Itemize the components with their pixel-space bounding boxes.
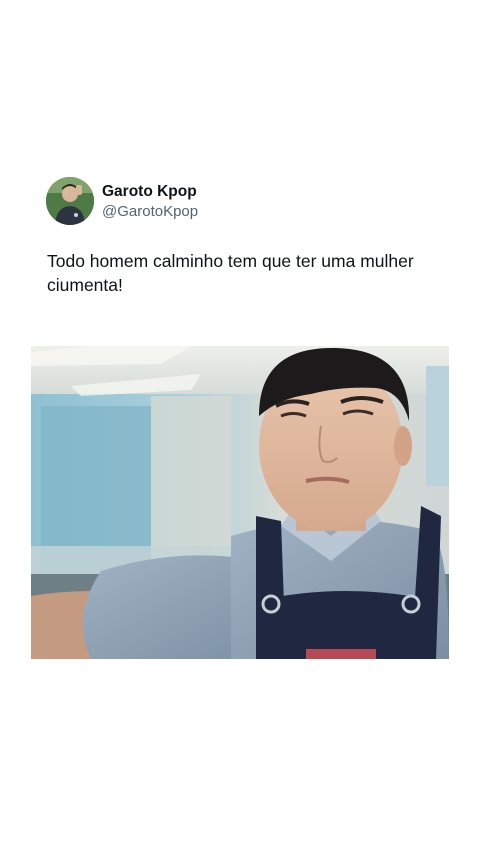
name-block: Garoto Kpop @GarotoKpop <box>102 183 198 222</box>
display-name[interactable]: Garoto Kpop <box>102 183 198 201</box>
avatar[interactable] <box>46 177 94 225</box>
video-frame <box>31 346 449 659</box>
page: Garoto Kpop @GarotoKpop Todo homem calmi… <box>0 0 480 854</box>
avatar-image <box>46 177 94 225</box>
tweet-text: Todo homem calminho tem que ter uma mulh… <box>47 251 414 295</box>
username-handle[interactable]: @GarotoKpop <box>102 202 198 222</box>
tweet-media-video[interactable] <box>31 346 449 659</box>
tweet-header: Garoto Kpop @GarotoKpop <box>46 177 446 227</box>
